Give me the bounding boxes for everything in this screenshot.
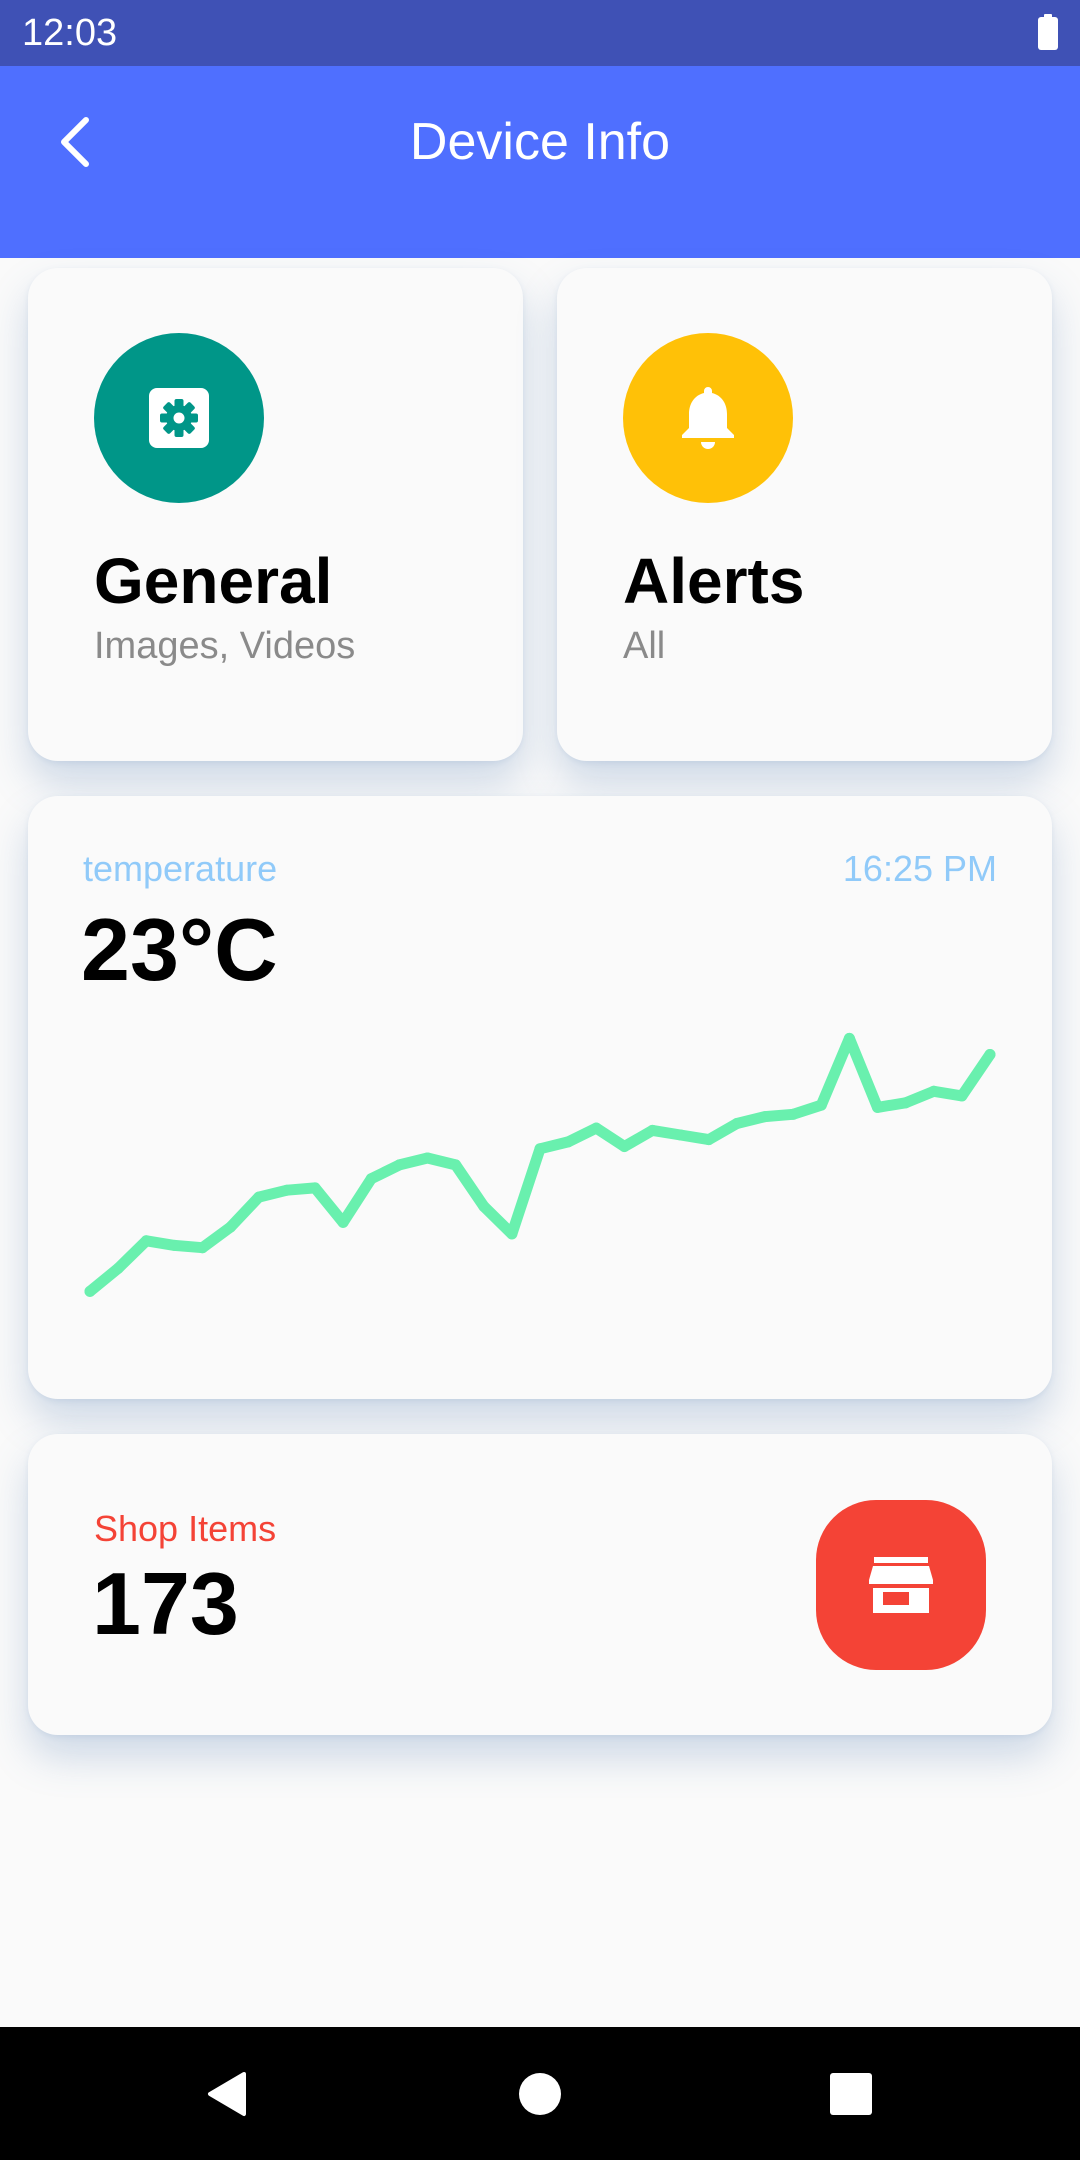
general-card[interactable]: General Images, Videos <box>28 268 523 761</box>
data-point-12 <box>422 1152 433 1164</box>
data-point-29 <box>900 1097 912 1109</box>
data-point-22 <box>703 1134 715 1146</box>
general-title: General <box>94 545 333 617</box>
data-point-20 <box>647 1124 658 1136</box>
shop-button[interactable] <box>816 1500 986 1670</box>
data-point-25 <box>787 1108 799 1120</box>
nav-recents-square-icon <box>830 2073 872 2115</box>
status-time: 12:03 <box>22 12 118 54</box>
data-point-5 <box>225 1221 237 1233</box>
series-line-0 <box>84 1032 996 1297</box>
temperature-value: 23°C <box>81 900 278 999</box>
temperature-card[interactable]: temperature 16:25 PM 23°C <box>28 796 1052 1399</box>
data-point-13 <box>450 1159 462 1171</box>
data-point-8 <box>309 1182 321 1194</box>
data-point-1 <box>112 1262 124 1274</box>
settings-gear-icon <box>149 388 209 448</box>
data-point-19 <box>618 1141 630 1152</box>
data-point-3 <box>168 1239 180 1251</box>
data-point-4 <box>197 1242 208 1254</box>
bell-icon <box>682 387 734 449</box>
general-icon-circle <box>94 333 264 503</box>
data-point-26 <box>815 1099 827 1111</box>
page-title: Device Info <box>409 113 671 171</box>
data-point-10 <box>365 1173 377 1185</box>
shop-items-label: Shop Items <box>94 1508 277 1549</box>
general-subtitle: Images, Videos <box>94 625 356 667</box>
data-point-30 <box>928 1085 940 1097</box>
alerts-title: Alerts <box>623 545 805 617</box>
data-point-17 <box>562 1136 574 1148</box>
data-point-2 <box>140 1235 152 1247</box>
shop-card[interactable]: Shop Items 173 <box>28 1434 1052 1735</box>
battery-icon <box>1038 14 1058 50</box>
alerts-subtitle: All <box>623 625 666 667</box>
data-point-28 <box>872 1101 883 1113</box>
system-nav-bar <box>0 2027 1080 2160</box>
status-bar: 12:03 <box>0 0 1080 66</box>
data-point-0 <box>84 1285 96 1297</box>
data-point-11 <box>393 1159 405 1171</box>
alerts-icon-circle <box>623 333 793 503</box>
data-point-16 <box>534 1143 546 1155</box>
data-point-14 <box>478 1200 490 1212</box>
data-point-6 <box>253 1191 265 1203</box>
temperature-label: temperature <box>83 848 278 889</box>
shop-items-count: 173 <box>92 1554 239 1653</box>
data-point-7 <box>281 1184 293 1196</box>
data-point-15 <box>506 1228 518 1240</box>
nav-home-button[interactable] <box>503 2057 577 2131</box>
data-point-24 <box>759 1111 771 1123</box>
app-bar: Device Info <box>0 66 1080 258</box>
nav-home-circle-icon <box>519 2073 561 2115</box>
data-point-31 <box>956 1090 968 1102</box>
data-point-9 <box>337 1216 349 1228</box>
nav-back-triangle-icon <box>208 2072 246 2116</box>
temperature-time: 16:25 PM <box>842 848 997 889</box>
data-point-23 <box>731 1118 743 1129</box>
alerts-card[interactable]: Alerts All <box>557 268 1052 761</box>
data-point-32 <box>984 1049 996 1060</box>
nav-recents-button[interactable] <box>814 2057 888 2131</box>
data-point-27 <box>843 1032 855 1044</box>
chart-series-layer <box>84 1032 996 1297</box>
store-icon <box>869 1557 933 1613</box>
data-point-18 <box>590 1122 602 1134</box>
data-point-21 <box>675 1129 687 1141</box>
nav-back-button[interactable] <box>189 2057 263 2131</box>
